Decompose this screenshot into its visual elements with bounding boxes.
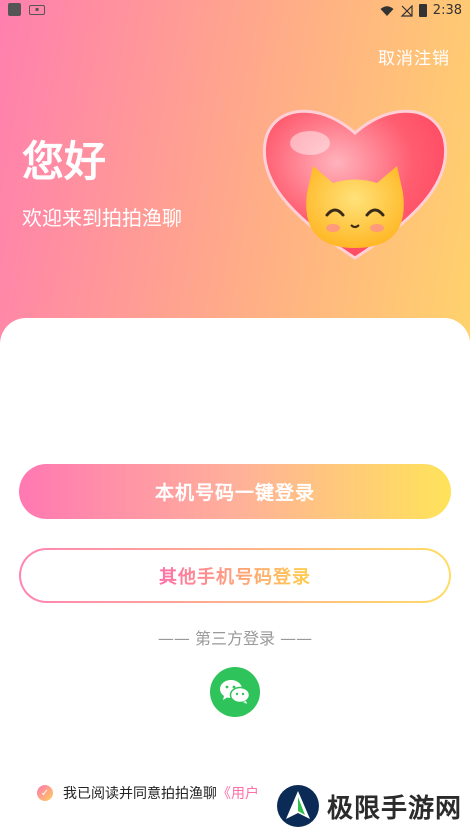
status-bar: ▪ 2:38 (0, 0, 470, 22)
cancel-deregister-link[interactable]: 取消注销 (378, 44, 450, 69)
other-phone-login-button[interactable]: 其他手机号码登录 (19, 548, 451, 603)
wechat-login-button[interactable] (210, 667, 260, 717)
heart-mascot-icon (262, 109, 448, 260)
status-right: 2:38 (380, 3, 462, 18)
mini-notification-icon: ▪ (29, 4, 45, 15)
status-time: 2:38 (432, 3, 462, 18)
user-agreement-link[interactable]: 《用户 (217, 783, 259, 803)
agreement-text: 我已阅读并同意拍拍渔聊 (63, 786, 217, 802)
one-click-login-button[interactable]: 本机号码一键登录 (19, 464, 451, 519)
welcome-subtitle: 欢迎来到拍拍渔聊 (22, 206, 182, 230)
watermark: 极限手游网 (275, 783, 469, 829)
agreement-row: ✓ 我已阅读并同意拍拍渔聊 《用户 (37, 783, 259, 803)
status-left: ▪ (8, 3, 45, 16)
battery-icon (418, 4, 427, 17)
third-party-login-label: —— 第三方登录 —— (157, 629, 313, 648)
wechat-icon (220, 680, 251, 704)
other-phone-login-label: 其他手机号码登录 (159, 563, 311, 589)
wifi-icon (380, 5, 394, 16)
watermark-text: 极限手游网 (327, 793, 463, 824)
watermark-logo (277, 785, 319, 827)
greeting-title: 您好 (22, 137, 107, 186)
agreement-checkbox[interactable]: ✓ (37, 785, 53, 801)
other-phone-login-inner: 其他手机号码登录 (21, 550, 449, 601)
signal-icon (400, 4, 413, 17)
check-icon: ✓ (40, 787, 50, 799)
app-notification-icon (8, 3, 21, 16)
